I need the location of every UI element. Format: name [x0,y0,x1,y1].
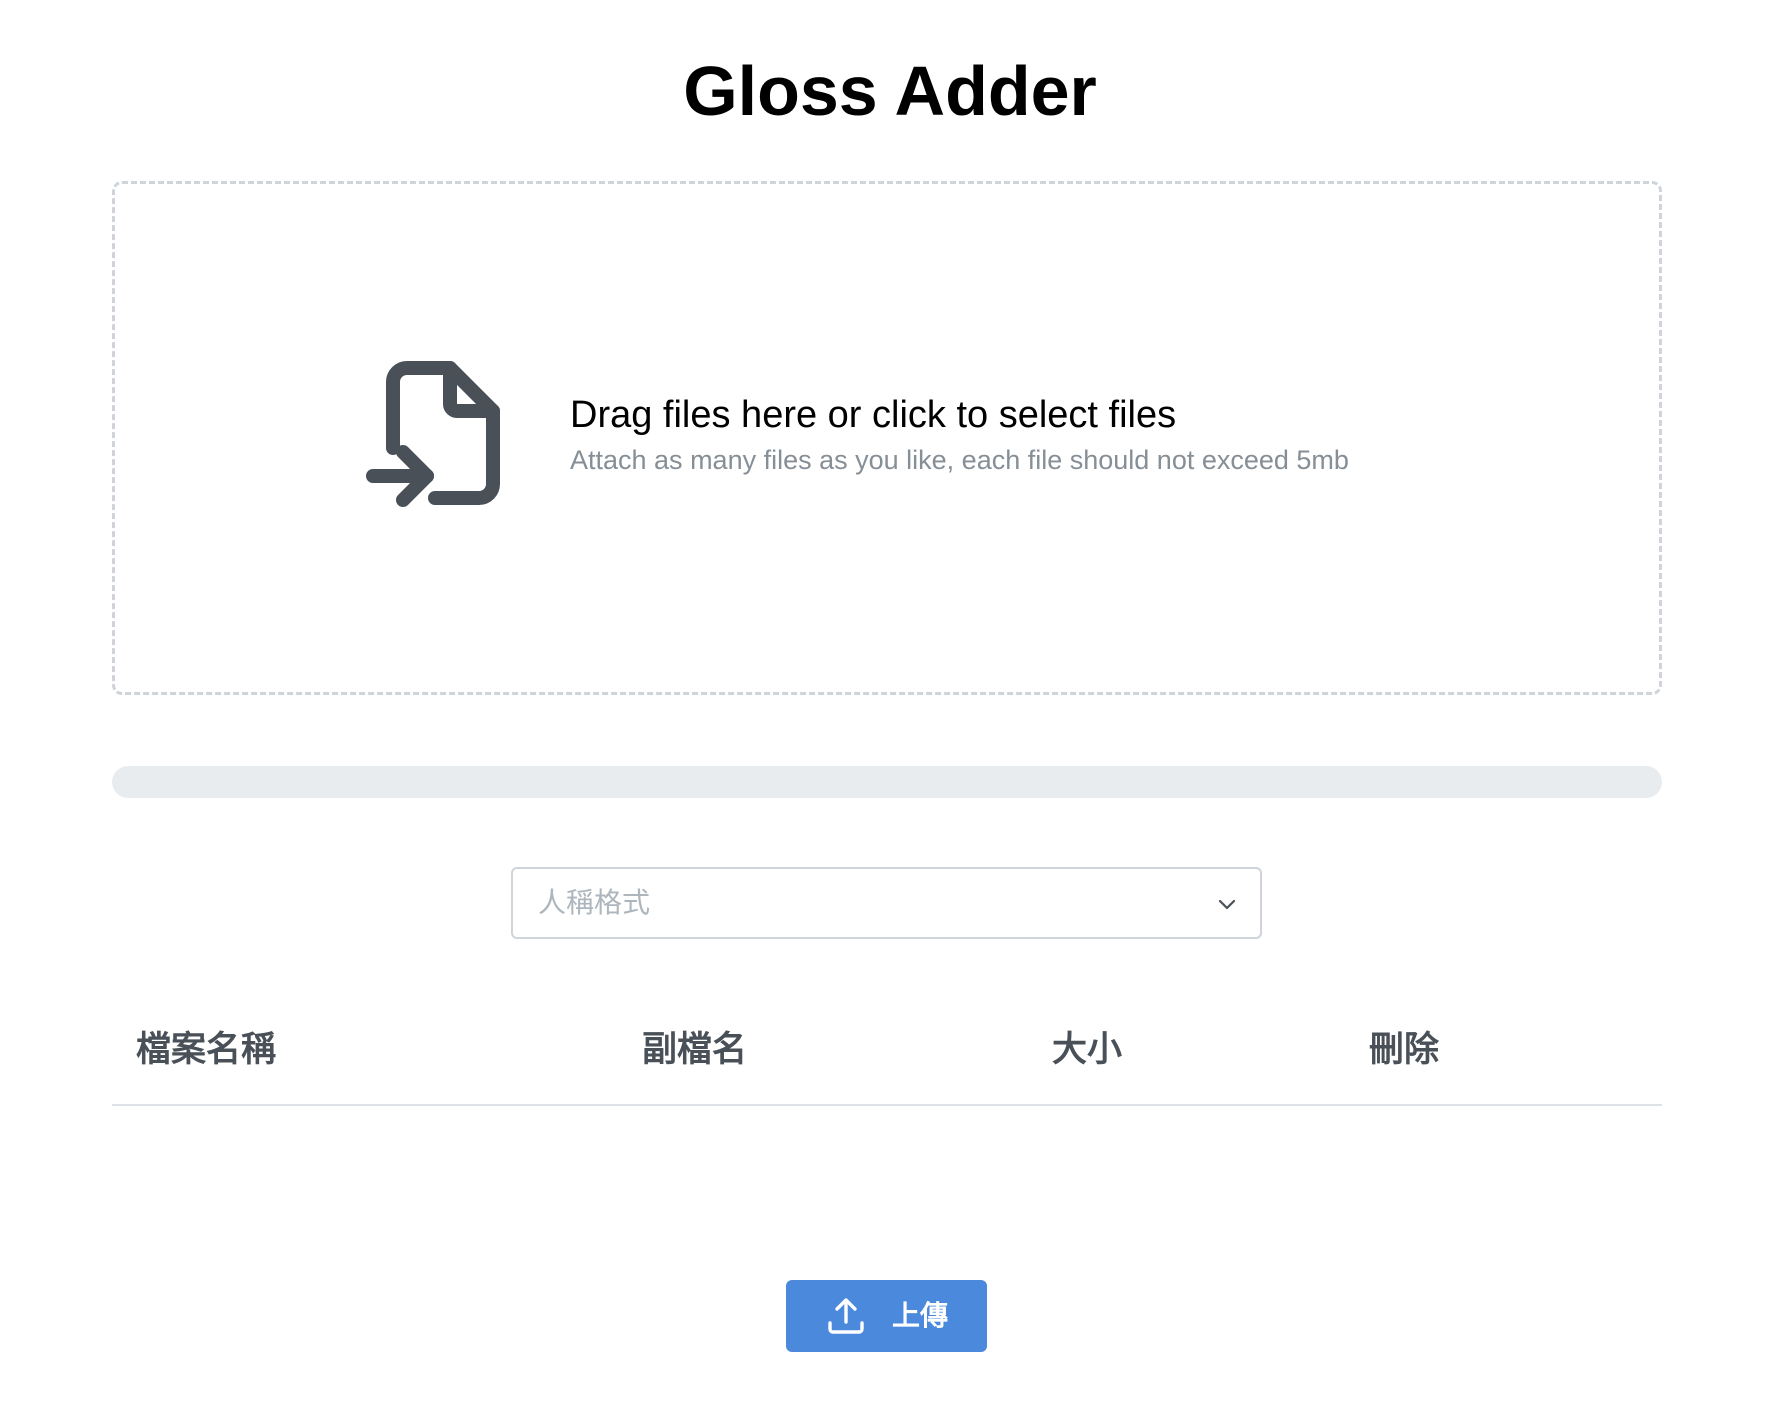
gloss-adder-page: Gloss Adder Drag files here or click to … [0,0,1780,1414]
file-table-header: 檔案名稱 副檔名 大小 刪除 [112,1010,1662,1106]
dropzone-text: Drag files here or click to select files… [570,392,1349,480]
upload-button-label: 上傳 [892,1299,949,1332]
format-select[interactable]: 人稱格式 [511,867,1262,939]
upload-button[interactable]: 上傳 [786,1280,987,1352]
dropzone-subtitle: Attach as many files as you like, each f… [570,445,1349,475]
format-select-placeholder: 人稱格式 [538,886,651,919]
column-header-size: 大小 [1052,1030,1123,1070]
page-title: Gloss Adder [683,52,1097,130]
file-dropzone[interactable]: Drag files here or click to select files… [112,181,1662,695]
upload-icon [828,1298,864,1334]
upload-progress-bar [112,766,1662,798]
column-header-filename: 檔案名稱 [136,1030,277,1070]
column-header-extension: 副檔名 [642,1030,748,1070]
chevron-down-icon [1218,899,1236,910]
dropzone-title: Drag files here or click to select files [570,394,1177,436]
file-import-icon [366,361,500,507]
column-header-delete: 刪除 [1369,1030,1440,1070]
